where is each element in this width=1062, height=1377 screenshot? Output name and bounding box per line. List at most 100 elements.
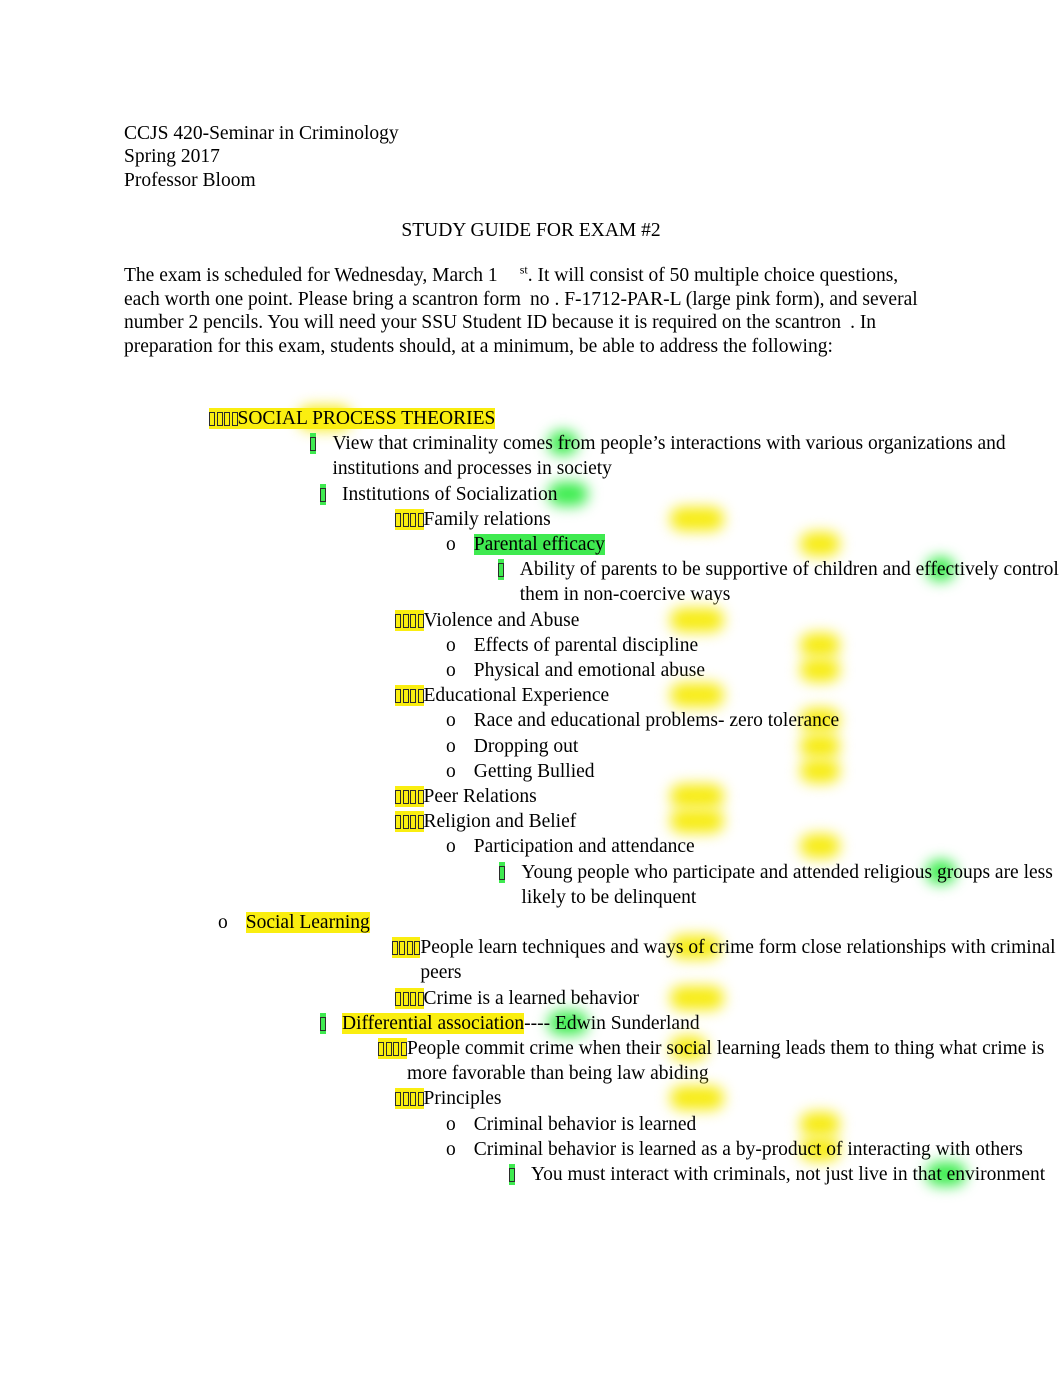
- bullet-marker-wingding: [395, 1086, 424, 1111]
- outline-item-ability-of-parents: Ability of parents to be supportive of c…: [0, 557, 1062, 607]
- outline-item-text: Institutions of Socialization: [342, 483, 558, 505]
- outline-item-text: Criminal behavior is learned: [473, 1113, 697, 1135]
- missing-glyph-box: [410, 1092, 416, 1107]
- outline-item-text: Parental efficacy: [473, 534, 605, 556]
- outline-item-must-interact-criminals: You must interact with criminals, not ju…: [0, 1162, 1062, 1187]
- missing-glyph-box: [402, 613, 409, 628]
- outline-item-text: Religion and Belief: [423, 811, 577, 833]
- missing-glyph-box: [385, 1042, 392, 1057]
- missing-glyph-box: [393, 1042, 400, 1057]
- missing-glyph-box: [395, 689, 401, 704]
- bullet-marker-circle: o: [446, 534, 456, 556]
- bullet-marker-circle: o: [446, 660, 456, 682]
- outline-item-text: Effects of parental discipline: [473, 634, 699, 656]
- outline-item-text: Peer Relations: [423, 786, 537, 808]
- outline-item-getting-bullied: o Getting Bullied: [0, 758, 1062, 784]
- missing-glyph-box: [395, 991, 401, 1006]
- missing-glyph-box: [209, 412, 215, 426]
- missing-glyph-box: [395, 790, 401, 805]
- bullet-marker-circle: o: [446, 735, 456, 757]
- bullet-marker-wingding: [378, 1036, 407, 1061]
- missing-glyph-box: [399, 941, 406, 956]
- bullet-marker-wingding: [395, 784, 424, 809]
- bullet-marker-circle: o: [446, 1113, 456, 1135]
- missing-glyph-box: [378, 1042, 385, 1057]
- outline-item-peer-relations: Peer Relations: [0, 784, 1062, 809]
- missing-glyph-box: [402, 790, 409, 805]
- missing-glyph-box: [402, 512, 409, 527]
- bullet-marker-circle: o: [446, 1138, 456, 1160]
- missing-glyph-box: [410, 512, 416, 527]
- outline-item-text: People learn techniques and ways of crim…: [420, 937, 1061, 984]
- outline-item-criminal-behavior-byproduct: o Criminal behavior is learned as a by-pr…: [0, 1136, 1062, 1162]
- outline-item-effects-parental-discipline: o Effects of parental discipline: [0, 632, 1062, 658]
- missing-glyph-box: [224, 412, 230, 426]
- missing-glyph-box: [216, 412, 223, 426]
- bullet-marker-circle: o: [218, 912, 228, 934]
- outline-item-text: Social Learning: [245, 912, 370, 934]
- outline-item-text: Family relations: [423, 508, 551, 530]
- outline-item-young-people-religious: Young people who participate and attende…: [0, 859, 1062, 910]
- missing-glyph-box: [395, 815, 401, 830]
- outline-item-text: Educational Experience: [423, 685, 610, 707]
- outline-item-text: Getting Bullied: [473, 760, 595, 782]
- outline-item-social-learning: o Social Learning: [0, 910, 1062, 935]
- bullet-marker-wingding: [320, 482, 342, 507]
- missing-glyph-box: [499, 865, 506, 880]
- ordinal-suffix: st: [519, 262, 528, 277]
- bullet-marker-wingding: [497, 557, 520, 582]
- outline-item-text: View that criminality comes from people’…: [332, 433, 1011, 480]
- bullet-marker-wingding: [320, 1011, 342, 1036]
- outline-item-text: Crime is a learned behavior: [423, 987, 640, 1009]
- outline-item-participation-attendance: o Participation and attendance: [0, 834, 1062, 859]
- missing-glyph-box: [402, 815, 409, 830]
- missing-glyph-box: [410, 991, 416, 1006]
- outline-item-text: Dropping out: [473, 735, 579, 757]
- outline-item-crime-learned-behavior: Crime is a learned behavior: [0, 985, 1062, 1011]
- outline-item-text: Young people who participate and attende…: [521, 861, 1058, 908]
- document-page: CCJS 420-Seminar in Criminology Spring 2…: [0, 0, 1062, 1377]
- missing-glyph-box: [395, 1092, 401, 1107]
- outline-item-text: SOCIAL PROCESS THEORIES: [237, 408, 496, 429]
- missing-glyph-box: [395, 512, 401, 527]
- outline-item-text: Principles: [423, 1088, 502, 1110]
- outline-item-text: Participation and attendance: [473, 836, 695, 858]
- outline-item-text: Ability of parents to be supportive of c…: [519, 559, 1059, 606]
- missing-glyph-box: [402, 689, 409, 704]
- missing-glyph-box: [497, 563, 504, 578]
- outline-item-view-criminality: View that criminality comes from people’…: [0, 431, 1062, 481]
- outline-item-family-relations: Family relations: [0, 506, 1062, 532]
- outline-item-text: Race and educational problems- zero tole…: [473, 710, 840, 732]
- missing-glyph-box: [410, 613, 416, 628]
- missing-glyph-box: [320, 487, 326, 502]
- term: Spring 2017: [124, 146, 220, 168]
- missing-glyph-box: [410, 790, 416, 805]
- outline-list: SOCIAL PROCESS THEORIES View that crimina…: [0, 406, 1062, 1187]
- bullet-marker-circle: o: [446, 710, 456, 732]
- missing-glyph-box: [310, 437, 317, 452]
- intro-part-1: The exam is scheduled for Wednesday, Mar…: [124, 265, 498, 286]
- outline-item-dropping-out: o Dropping out: [0, 733, 1062, 759]
- outline-item-parental-efficacy: o Parental efficacy: [0, 532, 1062, 557]
- intro-part-3: no: [529, 288, 550, 310]
- outline-item-people-commit-crime: People commit crime when their social le…: [0, 1036, 1062, 1086]
- outline-item-social-process-theories: SOCIAL PROCESS THEORIES: [0, 406, 1062, 431]
- bullet-marker-wingding: [395, 507, 424, 532]
- document-header: CCJS 420-Seminar in Criminology Spring 2…: [124, 122, 399, 192]
- missing-glyph-box: [402, 991, 409, 1006]
- missing-glyph-box: [509, 1168, 515, 1183]
- bullet-marker-wingding: [391, 935, 421, 960]
- outline-item-people-learn-techniques: People learn techniques and ways of crim…: [0, 935, 1062, 985]
- outline-item-race-educational-problems: o Race and educational problems- zero tol…: [0, 708, 1062, 733]
- missing-glyph-box: [406, 941, 413, 956]
- bullet-marker-wingding: [395, 809, 424, 834]
- bullet-marker-wingding: [209, 406, 238, 431]
- outline-item-text: Differential association---- Edwin Sunde…: [342, 1012, 700, 1034]
- missing-glyph-box: [320, 1016, 326, 1031]
- outline-item-physical-emotional-abuse: o Physical and emotional abuse: [0, 658, 1062, 683]
- bullet-marker-wingding: [310, 431, 332, 456]
- bullet-marker-wingding: [509, 1162, 531, 1187]
- outline-item-text: People commit crime when their social le…: [406, 1038, 1050, 1085]
- instructor: Professor Bloom: [124, 169, 256, 191]
- page-title: STUDY GUIDE FOR EXAM #2: [401, 220, 661, 241]
